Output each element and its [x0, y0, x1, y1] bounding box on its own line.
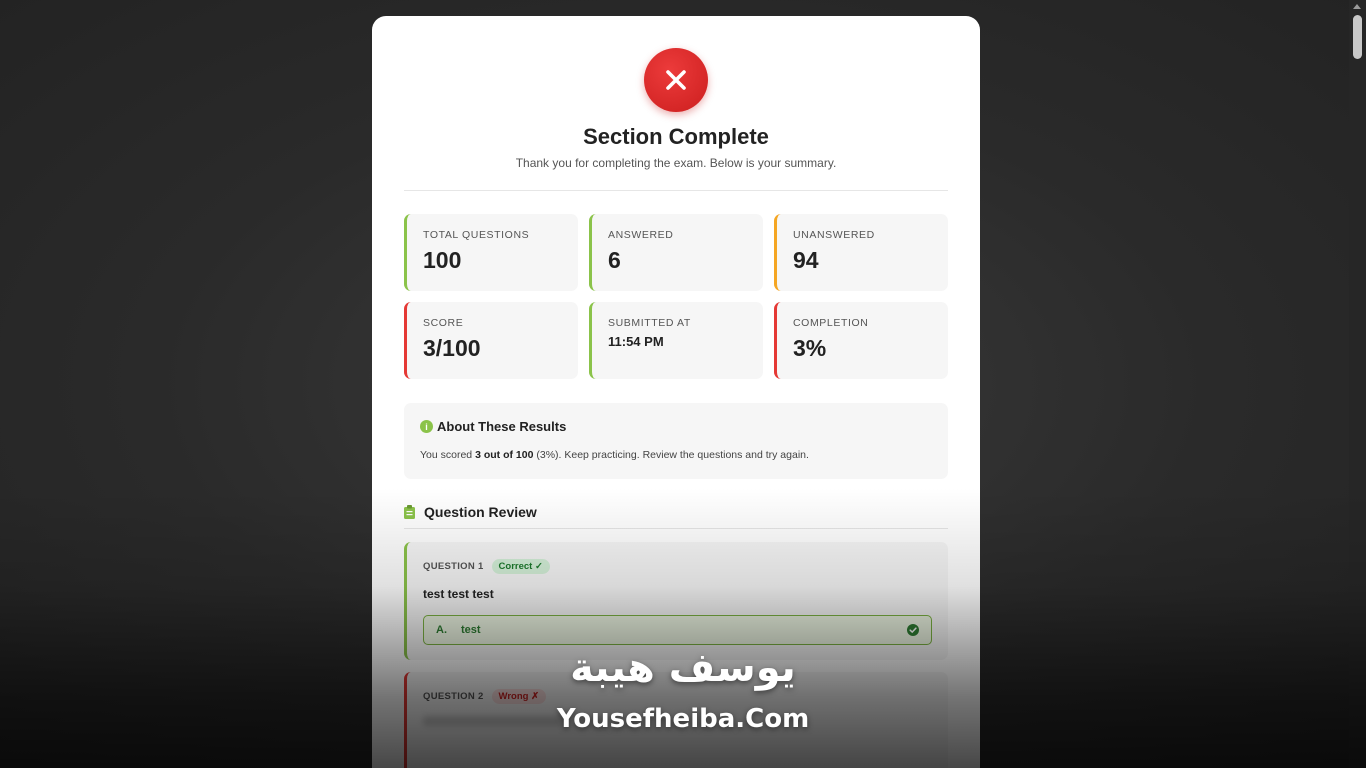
watermark-latin: Yousefheiba.Com: [556, 704, 810, 734]
info-icon: i: [420, 420, 433, 433]
answer-letter: A.: [436, 624, 447, 636]
page-subtitle: Thank you for completing the exam. Below…: [515, 156, 837, 170]
question-number: QUESTION 1: [423, 561, 484, 572]
question-number: QUESTION 2: [423, 691, 484, 702]
stat-label: TOTAL QUESTIONS: [423, 229, 530, 241]
stat-value: 11:54 PM: [608, 334, 664, 349]
page-title: Section Complete: [583, 124, 769, 149]
stat-submitted-at: SUBMITTED AT 11:54 PM: [589, 302, 763, 379]
about-title: i About These Results: [420, 419, 948, 434]
question-header: QUESTION 2 Wrong ✗: [423, 689, 932, 704]
check-circle-icon: [907, 624, 919, 636]
about-title-text: About These Results: [437, 419, 567, 434]
question-review-header: Question Review: [404, 504, 948, 520]
stat-label: COMPLETION: [793, 317, 869, 329]
divider: [404, 528, 948, 529]
stat-completion: COMPLETION 3%: [774, 302, 948, 379]
stat-label: UNANSWERED: [793, 229, 875, 241]
about-text-bold: 3 out of 100: [475, 449, 534, 461]
stat-total-questions: TOTAL QUESTIONS 100: [404, 214, 578, 291]
stat-value: 94: [793, 247, 819, 273]
about-text-prefix: You scored: [420, 449, 476, 461]
stat-value: 3%: [793, 335, 827, 361]
stat-value: 6: [608, 247, 621, 273]
question-card: QUESTION 1 Correct ✓ test test test A. t…: [404, 542, 948, 660]
about-text-suffix: (3%). Keep practicing. Review the questi…: [533, 449, 809, 461]
stat-score: SCORE 3/100: [404, 302, 578, 379]
question-review-title: Question Review: [424, 504, 537, 520]
clipboard-icon: [404, 505, 415, 519]
status-badge: Correct ✓: [491, 559, 550, 574]
stat-value: 3/100: [423, 335, 481, 361]
stat-label: SUBMITTED AT: [608, 317, 691, 329]
answer-text: test: [461, 624, 481, 636]
scroll-thumb[interactable]: [1353, 15, 1362, 59]
stat-label: SCORE: [423, 317, 464, 329]
close-icon: [666, 70, 686, 90]
fail-status-icon: [644, 48, 708, 112]
status-badge: Wrong ✗: [491, 689, 547, 704]
question-header: QUESTION 1 Correct ✓: [423, 559, 932, 574]
scroll-up-icon[interactable]: [1353, 4, 1361, 9]
stat-label: ANSWERED: [608, 229, 674, 241]
stat-answered: ANSWERED 6: [589, 214, 763, 291]
watermark-arabic: يوسف هيبة: [570, 645, 796, 691]
stat-unanswered: UNANSWERED 94: [774, 214, 948, 291]
stat-value: 100: [423, 247, 462, 273]
answer-option: A. test: [423, 615, 932, 645]
divider: [404, 190, 948, 191]
question-text: test test test: [423, 587, 494, 601]
about-text: You scored 3 out of 100 (3%). Keep pract…: [420, 449, 948, 461]
about-results-panel: i About These Results You scored 3 out o…: [404, 403, 948, 479]
